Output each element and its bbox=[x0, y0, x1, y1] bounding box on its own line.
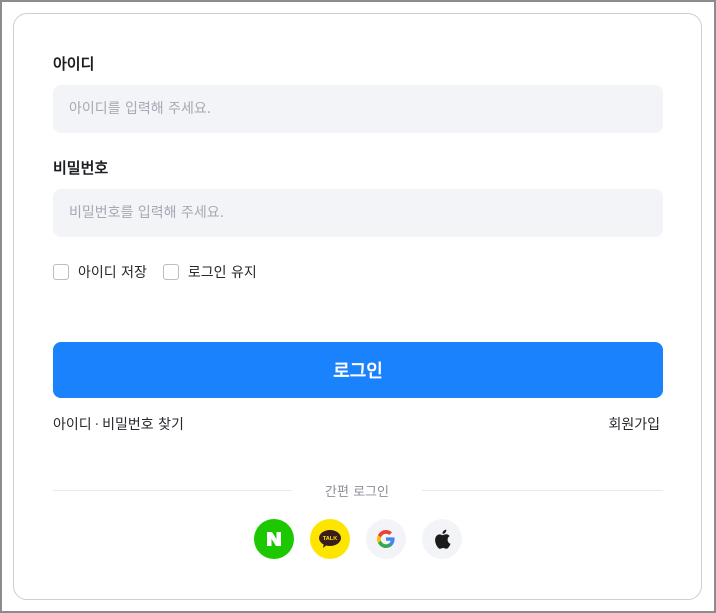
find-account-links: 아이디 · 비밀번호 찾기 bbox=[53, 414, 184, 434]
divider-right bbox=[422, 490, 663, 491]
svg-text:TALK: TALK bbox=[323, 536, 338, 542]
options-row: 아이디 저장 로그인 유지 bbox=[53, 262, 273, 282]
kakao-login-button[interactable]: TALK bbox=[310, 519, 350, 559]
id-input[interactable] bbox=[53, 85, 663, 133]
apple-login-button[interactable] bbox=[422, 519, 462, 559]
google-g-icon bbox=[377, 530, 395, 548]
find-id-link[interactable]: 아이디 bbox=[53, 417, 92, 433]
remember-id-label: 아이디 저장 bbox=[78, 265, 147, 281]
divider-left bbox=[53, 490, 292, 491]
signup-link[interactable]: 회원가입 bbox=[608, 414, 660, 434]
window-frame: 아이디 비밀번호 아이디 저장 로그인 유지 로그인 아이디·비밀번호 찾기 회… bbox=[0, 0, 716, 613]
kakao-talk-icon: TALK bbox=[319, 530, 341, 548]
keep-login-label: 로그인 유지 bbox=[187, 265, 257, 281]
id-label: 아이디 bbox=[53, 55, 95, 73]
link-separator: · bbox=[94, 417, 100, 433]
password-input[interactable] bbox=[53, 189, 663, 237]
password-label: 비밀번호 bbox=[53, 159, 109, 177]
remember-id-checkbox[interactable]: 아이디 저장 bbox=[53, 262, 147, 282]
social-login-title: 간편 로그인 bbox=[325, 485, 389, 500]
checkbox-icon[interactable] bbox=[53, 264, 69, 280]
google-login-button[interactable] bbox=[366, 519, 406, 559]
checkbox-icon[interactable] bbox=[162, 264, 179, 280]
apple-icon bbox=[435, 529, 451, 549]
naver-login-button[interactable] bbox=[254, 519, 294, 559]
naver-n-icon bbox=[267, 532, 281, 546]
keep-login-checkbox[interactable]: 로그인 유지 bbox=[162, 262, 257, 282]
find-password-link[interactable]: 비밀번호 찾기 bbox=[102, 417, 184, 433]
login-button[interactable]: 로그인 bbox=[53, 342, 663, 398]
